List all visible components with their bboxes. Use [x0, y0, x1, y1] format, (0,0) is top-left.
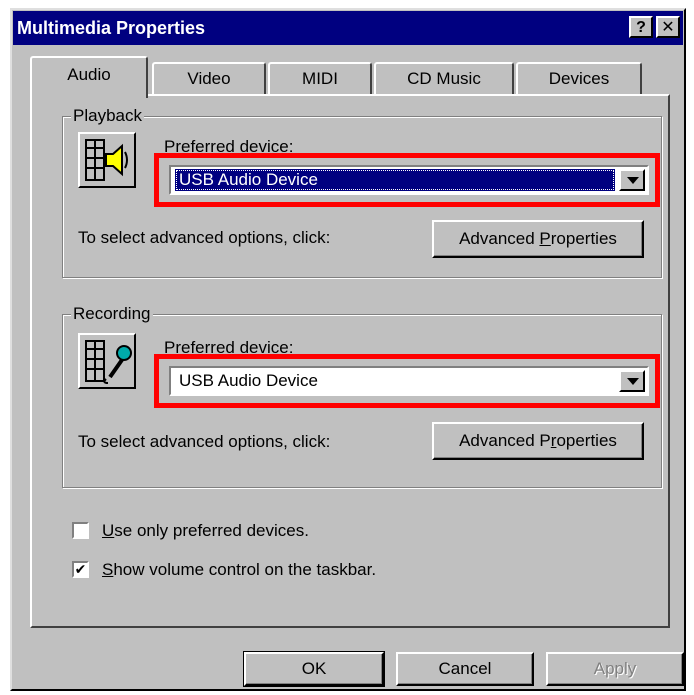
tab-strip: Audio Video MIDI CD Music Devices [30, 56, 670, 98]
tab-devices[interactable]: Devices [516, 62, 642, 94]
title-bar[interactable]: Multimedia Properties ? ✕ [13, 11, 683, 45]
window-title: Multimedia Properties [17, 18, 206, 38]
tab-cd-music[interactable]: CD Music [374, 62, 514, 94]
tab-audio[interactable]: Audio [30, 56, 148, 98]
multimedia-properties-window: Multimedia Properties ? ✕ Audio Video MI… [10, 8, 686, 691]
help-button[interactable]: ? [629, 16, 653, 38]
close-button[interactable]: ✕ [656, 16, 680, 38]
audio-tab-page [30, 94, 670, 628]
apply-button[interactable]: Apply [546, 652, 684, 686]
tab-video[interactable]: Video [152, 62, 266, 94]
cancel-button[interactable]: Cancel [396, 652, 534, 686]
ok-button[interactable]: OK [243, 651, 385, 687]
tab-midi[interactable]: MIDI [268, 62, 372, 94]
